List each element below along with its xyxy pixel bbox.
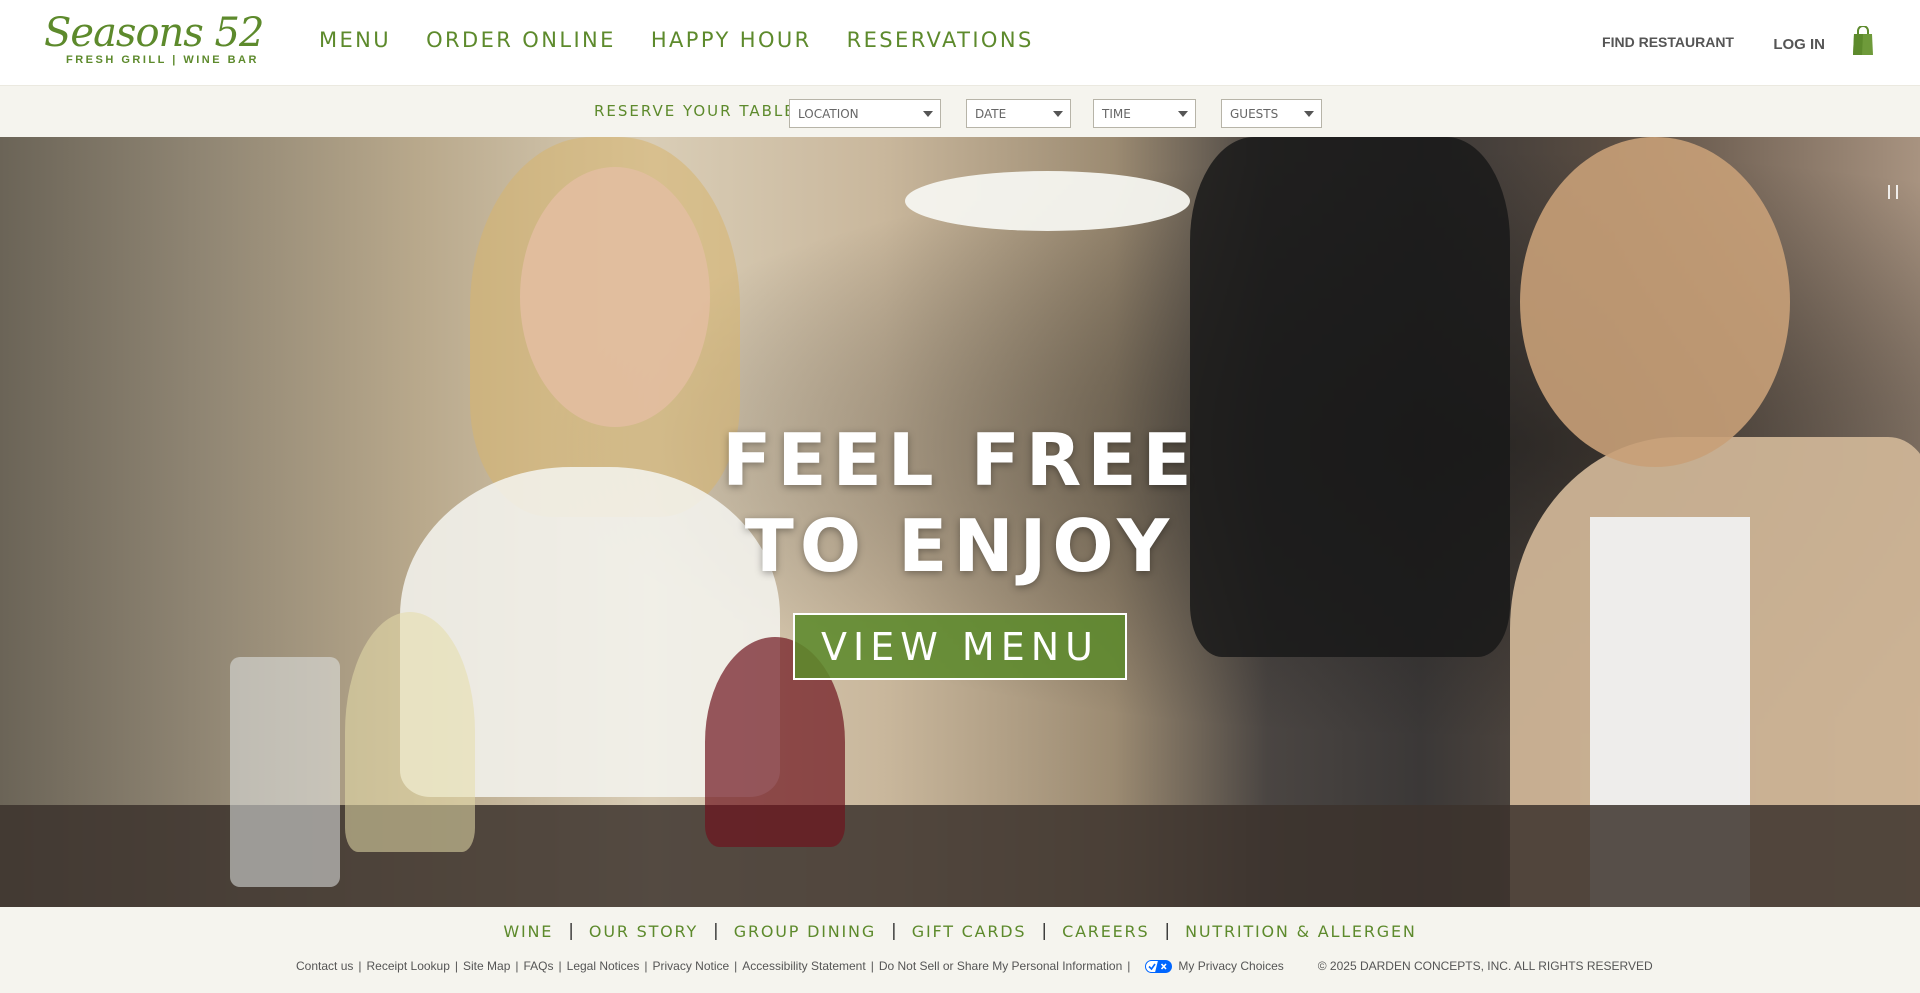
time-select[interactable]: TIME	[1093, 99, 1196, 128]
find-restaurant-link[interactable]: FIND RESTAURANT	[1602, 34, 1734, 50]
footer-nav-gift-cards[interactable]: GIFT CARDS	[912, 922, 1027, 941]
divider: |	[1041, 921, 1048, 941]
reserve-table-label: RESERVE YOUR TABLE	[594, 102, 796, 120]
receipt-lookup-link[interactable]: Receipt Lookup	[367, 959, 450, 973]
footer-nav: WINE | OUR STORY | GROUP DINING | GIFT C…	[0, 921, 1920, 941]
footer-nav-careers[interactable]: CAREERS	[1062, 922, 1149, 941]
reserve-table-bar: RESERVE YOUR TABLE LOCATION DATE TIME GU…	[0, 85, 1920, 137]
guests-select-value: GUESTS	[1230, 107, 1279, 121]
log-in-link[interactable]: LOG IN	[1773, 36, 1825, 53]
footer-nav-nutrition-allergen[interactable]: NUTRITION & ALLERGEN	[1185, 922, 1416, 941]
footer-nav-wine[interactable]: WINE	[503, 922, 553, 941]
footer-nav-our-story[interactable]: OUR STORY	[589, 922, 698, 941]
divider: |	[870, 959, 874, 973]
view-menu-button[interactable]: VIEW MENU	[793, 613, 1127, 680]
site-footer: WINE | OUR STORY | GROUP DINING | GIFT C…	[0, 907, 1920, 993]
time-select-value: TIME	[1102, 107, 1131, 121]
divider: |	[358, 959, 362, 973]
date-select-value: DATE	[975, 107, 1007, 121]
logo-tagline: FRESH GRILL | WINE BAR	[66, 54, 259, 66]
chevron-down-icon	[923, 111, 933, 117]
privacy-notice-link[interactable]: Privacy Notice	[652, 959, 729, 973]
nav-order-online[interactable]: ORDER ONLINE	[426, 28, 616, 52]
copyright-text: © 2025 DARDEN CONCEPTS, INC. ALL RIGHTS …	[1317, 959, 1653, 973]
divider: |	[713, 921, 719, 941]
site-map-link[interactable]: Site Map	[463, 959, 510, 973]
nav-reservations[interactable]: RESERVATIONS	[847, 28, 1034, 52]
nav-happy-hour[interactable]: HAPPY HOUR	[651, 28, 812, 52]
chevron-down-icon	[1053, 111, 1063, 117]
hero-photo-element	[230, 657, 340, 887]
logo-wordmark: Seasons 52	[44, 10, 264, 56]
divider: |	[568, 921, 574, 941]
footer-legal-links: Contact us | Receipt Lookup | Site Map |…	[296, 959, 1653, 973]
hero-photo-element	[345, 612, 475, 852]
location-select-value: LOCATION	[798, 107, 859, 121]
hero-video: FEEL FREE TO ENJOY VIEW MENU	[0, 137, 1920, 907]
divider: |	[644, 959, 648, 973]
seasons52-logo[interactable]: Seasons 52 FRESH GRILL | WINE BAR	[44, 10, 276, 70]
contact-us-link[interactable]: Contact us	[296, 959, 353, 973]
accessibility-statement-link[interactable]: Accessibility Statement	[742, 959, 865, 973]
divider: |	[454, 959, 459, 973]
hero-headline: FEEL FREE TO ENJOY	[0, 417, 1920, 589]
pause-icon[interactable]	[1888, 185, 1898, 199]
footer-nav-group-dining[interactable]: GROUP DINING	[734, 922, 876, 941]
main-nav: MENU ORDER ONLINE HAPPY HOUR RESERVATION…	[319, 28, 1034, 52]
hero-headline-line2: TO ENJOY	[744, 504, 1176, 588]
do-not-sell-link[interactable]: Do Not Sell or Share My Personal Informa…	[879, 959, 1122, 973]
chevron-down-icon	[1304, 111, 1314, 117]
faqs-link[interactable]: FAQs	[524, 959, 554, 973]
nav-menu[interactable]: MENU	[319, 28, 391, 52]
guests-select[interactable]: GUESTS	[1221, 99, 1322, 128]
legal-notices-link[interactable]: Legal Notices	[567, 959, 640, 973]
location-select[interactable]: LOCATION	[789, 99, 941, 128]
divider: |	[1164, 921, 1171, 941]
divider: |	[558, 959, 562, 973]
date-select[interactable]: DATE	[966, 99, 1071, 128]
privacy-choices-icon	[1145, 959, 1173, 973]
shopping-bag-icon[interactable]	[1852, 25, 1874, 56]
hero-photo-element	[905, 171, 1190, 231]
divider: |	[1127, 959, 1131, 973]
divider: |	[891, 921, 897, 941]
chevron-down-icon	[1178, 111, 1188, 117]
privacy-choices-link[interactable]: My Privacy Choices	[1178, 959, 1283, 973]
site-header: Seasons 52 FRESH GRILL | WINE BAR MENU O…	[0, 0, 1920, 85]
divider: |	[734, 959, 738, 973]
hero-headline-line1: FEEL FREE	[722, 418, 1198, 502]
hero-photo-element	[520, 167, 710, 427]
divider: |	[515, 959, 519, 973]
